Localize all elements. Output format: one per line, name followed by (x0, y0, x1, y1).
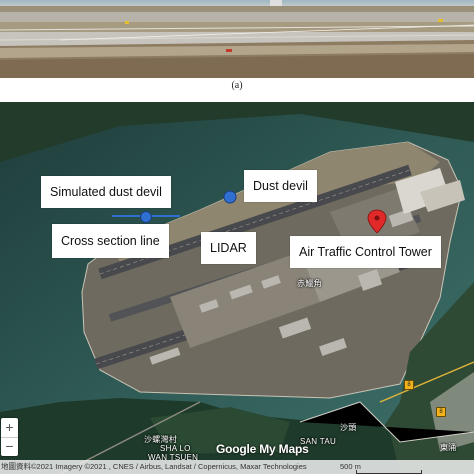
figure-caption: (a) (231, 80, 243, 91)
zoom-in-button[interactable]: + (1, 418, 18, 437)
scale-bar (356, 470, 422, 474)
zoom-controls: + − (1, 418, 18, 456)
air-traffic-control-tower-label: Air Traffic Control Tower (290, 236, 441, 268)
dust-devil-marker (223, 190, 237, 204)
zoom-out-button[interactable]: − (1, 437, 18, 456)
simulated-dust-devil-label: Simulated dust devil (41, 176, 171, 208)
place-san-tau-chinese: 沙頭 (340, 423, 357, 432)
satellite-imagery (0, 102, 474, 474)
google-my-maps-logo[interactable]: Google My Maps (216, 442, 309, 456)
airport-ground-photo (0, 0, 474, 78)
place-tung-chung: 東涌 (440, 443, 457, 452)
road-route-badge-2: 8 (436, 407, 446, 417)
satellite-map[interactable]: Simulated dust devil Dust devil Cross se… (0, 102, 474, 474)
place-chek-lap-kok: 赤鱲角 (297, 279, 322, 288)
simulated-dust-devil-marker (140, 211, 152, 223)
road-route-badge-1: 8 (404, 380, 414, 390)
dust-devil-label: Dust devil (244, 170, 317, 202)
place-sha-lo-english-1: SHA LO (160, 444, 191, 453)
cross-section-line-label: Cross section line (52, 224, 169, 258)
lidar-label: LIDAR (201, 232, 256, 264)
